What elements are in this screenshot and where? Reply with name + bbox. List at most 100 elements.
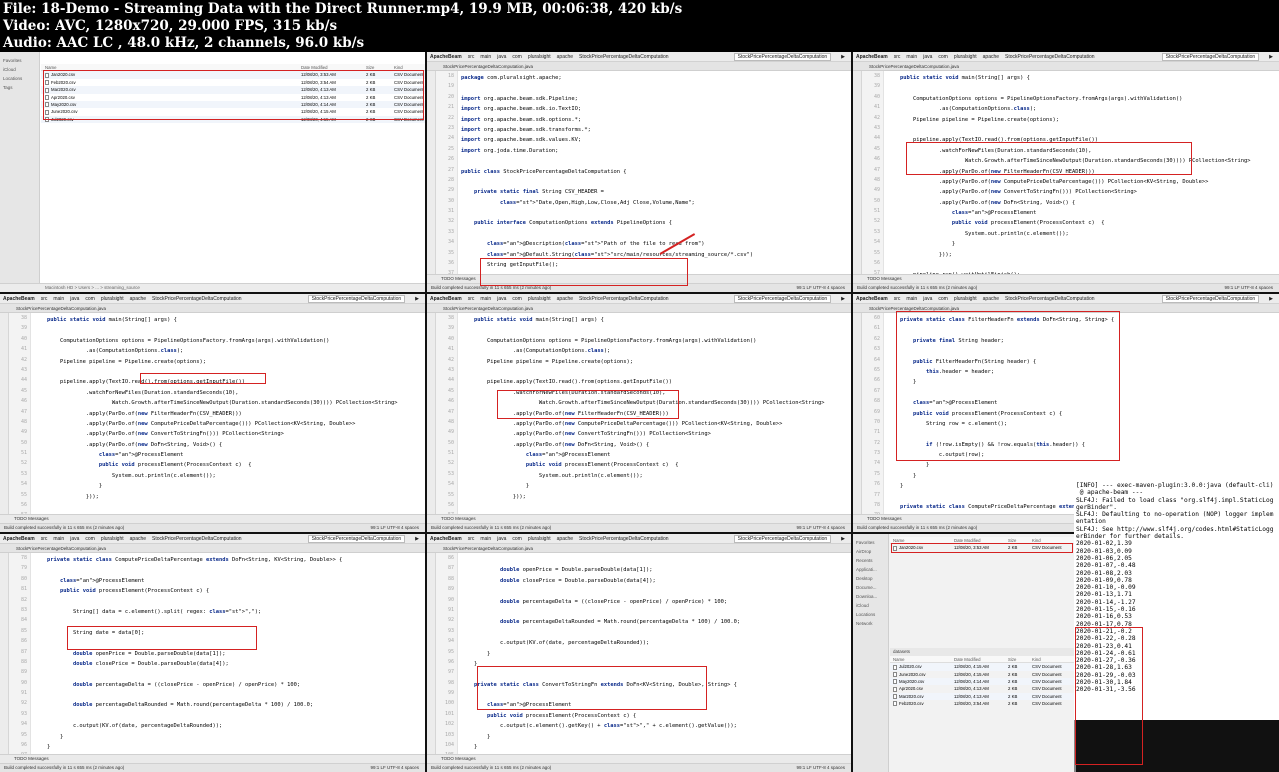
code-line[interactable]: public void processElement(ProcessContex… <box>461 711 851 721</box>
breadcrumb-item[interactable]: StockPricePercentageDeltaComputation <box>152 296 242 302</box>
editor-tab[interactable]: StockPricePercentageDeltaComputation.jav… <box>427 304 851 313</box>
sidebar-item[interactable]: Docume... <box>856 583 885 592</box>
sidebar-tags[interactable]: Tags <box>3 83 36 92</box>
tool-window-strip[interactable] <box>853 313 862 514</box>
file-row[interactable]: May2020.csv 12/08/20, 4:14 AM 2 KB CSV Docu… <box>890 677 1074 686</box>
code-line[interactable]: import org.apache.beam.sdk.io.TextIO; <box>461 104 851 114</box>
code-line[interactable] <box>461 177 851 187</box>
code-line[interactable]: double percentageDeltaRounded = Math.rou… <box>461 617 851 627</box>
breadcrumb-item[interactable]: StockPricePercentageDeltaComputation <box>152 536 242 542</box>
breadcrumb-item[interactable]: pluralsight <box>101 296 124 302</box>
code-editor[interactable]: public static void main(String[] args) {… <box>34 313 425 531</box>
file-row[interactable]: Feb2020.csv 12/08/20, 3:54 AM 2 KB CSV Docu… <box>890 700 1074 707</box>
code-line[interactable]: import org.apache.beam.sdk.Pipeline; <box>461 94 851 104</box>
code-line[interactable]: Pipeline pipeline = Pipeline.create(opti… <box>34 357 425 367</box>
code-editor[interactable]: private static class ComputePriceDeltaPe… <box>34 553 425 771</box>
code-line[interactable] <box>34 325 425 335</box>
breadcrumb-item[interactable]: java <box>497 296 506 302</box>
tool-tabs[interactable]: TODO Messages <box>427 754 851 763</box>
code-line[interactable] <box>887 125 1279 135</box>
breadcrumb-item[interactable]: apache <box>983 54 999 60</box>
code-line[interactable]: .apply(ParDo.of(new ConvertToStringFn())… <box>34 429 425 439</box>
sidebar-locations[interactable]: Locations <box>3 74 36 83</box>
code-line[interactable]: .as(ComputationOptions.class); <box>34 346 425 356</box>
code-line[interactable]: public class StockPricePercentageDeltaCo… <box>461 167 851 177</box>
project-name[interactable]: ApacheBeam <box>430 54 462 60</box>
code-editor[interactable]: package com.pluralsight.apache; import or… <box>461 71 851 289</box>
code-line[interactable]: public void processElement(ProcessContex… <box>461 460 851 470</box>
breadcrumb-item[interactable]: pluralsight <box>528 296 551 302</box>
tool-window-strip[interactable] <box>853 71 862 274</box>
breadcrumb-item[interactable]: pluralsight <box>528 536 551 542</box>
code-line[interactable]: System.out.println(c.element()); <box>34 471 425 481</box>
tool-tabs[interactable]: TODO Messages <box>853 274 1279 283</box>
breadcrumb-item[interactable]: StockPricePercentageDeltaComputation <box>1005 296 1095 302</box>
code-line[interactable]: import org.apache.beam.sdk.transforms.*; <box>461 125 851 135</box>
code-editor[interactable]: double openPrice = Double.parseDouble(da… <box>461 553 851 770</box>
code-line[interactable]: } <box>34 742 425 752</box>
breadcrumb-item[interactable]: apache <box>557 54 573 60</box>
code-line[interactable] <box>887 83 1279 93</box>
code-line[interactable]: class="an">@ProcessElement <box>887 208 1279 218</box>
run-config-select[interactable]: StockPricePercentageDeltaComputation <box>733 52 832 61</box>
code-line[interactable]: class="an">@ProcessElement <box>461 450 851 460</box>
breadcrumb-item[interactable]: apache <box>130 296 146 302</box>
code-line[interactable]: .apply(ParDo.of(new DoFn<String, Void>()… <box>461 440 851 450</box>
col-kind[interactable]: Kind <box>1032 656 1072 662</box>
code-line[interactable] <box>461 208 851 218</box>
code-line[interactable] <box>461 586 851 596</box>
breadcrumb-item[interactable]: StockPricePercentageDeltaComputation <box>579 296 669 302</box>
sidebar-item[interactable]: Favorites <box>856 538 885 547</box>
code-line[interactable]: } <box>34 481 425 491</box>
code-line[interactable]: class="an">@Description(class="st">"Path… <box>461 239 851 249</box>
code-line[interactable]: } <box>887 239 1279 249</box>
code-line[interactable] <box>461 502 851 512</box>
sidebar-item[interactable]: Locations <box>856 610 885 619</box>
code-line[interactable]: } <box>461 649 851 659</box>
tool-window-strip[interactable] <box>0 313 9 514</box>
code-line[interactable] <box>34 565 425 575</box>
sidebar-item[interactable]: AirDrop <box>856 547 885 556</box>
code-line[interactable]: .apply(ParDo.of(new ComputePriceDeltaPer… <box>461 419 851 429</box>
code-line[interactable] <box>461 156 851 166</box>
tool-tabs[interactable]: TODO Messages <box>427 514 851 523</box>
editor-tab[interactable]: StockPricePercentageDeltaComputation.jav… <box>0 544 425 553</box>
code-line[interactable]: .as(ComputationOptions.class); <box>461 346 851 356</box>
code-line[interactable]: double percentageDeltaRounded = Math.rou… <box>34 700 425 710</box>
code-line[interactable]: .apply(ParDo.of(new ComputePriceDeltaPer… <box>34 419 425 429</box>
tool-window-strip[interactable] <box>427 553 436 754</box>
code-line[interactable] <box>461 628 851 638</box>
sidebar-item[interactable]: Downloa... <box>856 592 885 601</box>
breadcrumb-item[interactable]: main <box>480 536 491 542</box>
editor-tab[interactable]: StockPricePercentageDeltaComputation.jav… <box>0 304 425 313</box>
code-line[interactable]: Pipeline pipeline = Pipeline.create(opti… <box>887 115 1279 125</box>
sidebar-favorites[interactable]: Favorites <box>3 56 36 65</box>
code-line[interactable]: ComputationOptions options = PipelineOpt… <box>34 336 425 346</box>
breadcrumb-item[interactable]: apache <box>983 296 999 302</box>
breadcrumb-item[interactable]: apache <box>130 536 146 542</box>
code-line[interactable]: public void processElement(ProcessContex… <box>887 218 1279 228</box>
code-line[interactable]: .apply(ParDo.of(new DoFn<String, Void>()… <box>887 198 1279 208</box>
project-name[interactable]: ApacheBeam <box>3 296 35 302</box>
code-line[interactable] <box>34 711 425 721</box>
code-line[interactable]: System.out.println(c.element()); <box>461 471 851 481</box>
breadcrumb-item[interactable]: src <box>894 54 901 60</box>
run-icon[interactable]: ▶ <box>1269 54 1273 60</box>
breadcrumb-item[interactable]: main <box>906 54 917 60</box>
breadcrumb-item[interactable]: apache <box>557 296 573 302</box>
code-line[interactable]: .as(ComputationOptions.class); <box>887 104 1279 114</box>
code-line[interactable]: } <box>461 742 851 752</box>
project-name[interactable]: ApacheBeam <box>430 296 462 302</box>
breadcrumb-item[interactable]: main <box>53 536 64 542</box>
breadcrumb-item[interactable]: pluralsight <box>954 54 977 60</box>
code-line[interactable] <box>34 690 425 700</box>
col-date[interactable]: Date Modified <box>954 656 1008 662</box>
code-line[interactable]: class="st">"Date,Open,High,Low,Close,Adj… <box>461 198 851 208</box>
editor-tab[interactable]: StockPricePercentageDeltaComputation.jav… <box>427 544 851 553</box>
file-row[interactable]: June2020.csv 12/08/20, 4:15 AM 2 KB CSV Doc… <box>890 671 1074 678</box>
breadcrumb-item[interactable]: java <box>923 54 932 60</box>
breadcrumb-item[interactable]: src <box>41 536 48 542</box>
code-line[interactable]: } <box>887 460 1279 470</box>
code-line[interactable]: })); <box>887 250 1279 260</box>
code-line[interactable] <box>461 325 851 335</box>
